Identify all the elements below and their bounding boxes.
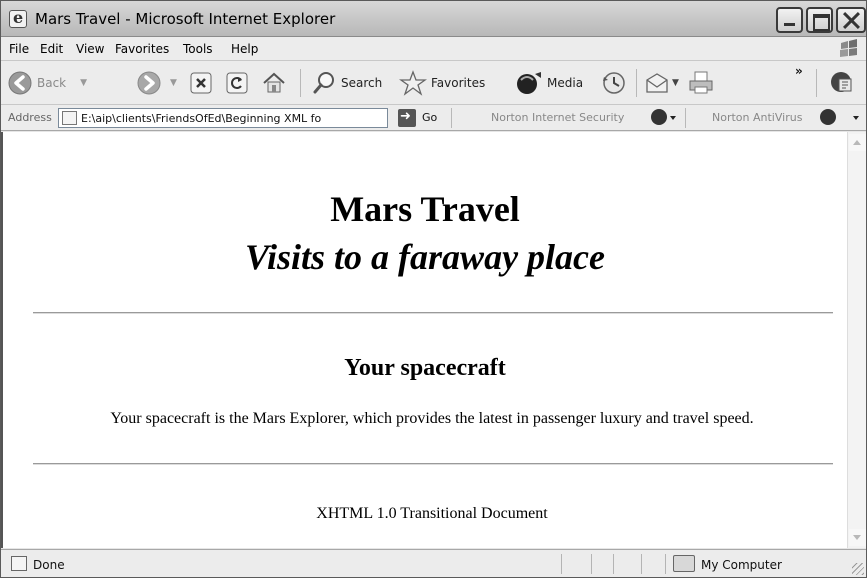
- divider: [33, 312, 833, 314]
- address-bar: Address E:\aip\clients\FriendsOfEd\Begin…: [1, 105, 866, 131]
- status-pane-divider: [561, 554, 562, 574]
- menu-tools[interactable]: Tools: [183, 42, 213, 56]
- back-dropdown-arrow-icon[interactable]: ▼: [80, 78, 87, 88]
- forward-button[interactable]: ▼: [136, 69, 177, 97]
- security-zone-label: My Computer: [701, 558, 782, 572]
- home-button[interactable]: [261, 69, 287, 97]
- print-button[interactable]: [687, 69, 715, 97]
- menu-help[interactable]: Help: [231, 42, 258, 56]
- messenger-button[interactable]: [829, 69, 855, 97]
- section-heading: Your spacecraft: [344, 355, 506, 381]
- windows-flag-icon: [840, 39, 857, 57]
- status-pane-divider: [591, 554, 592, 574]
- favorites-button[interactable]: Favorites: [399, 69, 485, 97]
- status-bar: Done My Computer: [1, 549, 866, 577]
- ie-logo-icon: [9, 8, 27, 28]
- menu-view[interactable]: View: [76, 42, 104, 56]
- toolbar-separator: [685, 108, 686, 128]
- page-heading: Mars Travel: [330, 189, 520, 229]
- document-footer: XHTML 1.0 Transitional Document: [316, 505, 548, 522]
- address-input[interactable]: E:\aip\clients\FriendsOfEd\Beginning XML…: [58, 108, 388, 128]
- page-done-icon: [11, 556, 27, 571]
- history-icon: [603, 72, 625, 94]
- mail-button[interactable]: ▼: [644, 69, 679, 97]
- print-icon: [689, 71, 713, 94]
- toolbar-separator: [816, 69, 817, 97]
- norton-antivirus-label[interactable]: Norton AntiVirus: [712, 111, 802, 124]
- back-button[interactable]: Back ▼: [7, 69, 87, 97]
- browser-window: Mars Travel - Microsoft Internet Explore…: [0, 0, 867, 578]
- status-pane-divider: [641, 554, 642, 574]
- forward-arrow-icon: [137, 71, 161, 95]
- menu-edit[interactable]: Edit: [40, 42, 63, 56]
- favorites-star-icon: [399, 70, 427, 96]
- media-button[interactable]: Media: [515, 69, 583, 97]
- go-arrow-icon[interactable]: [398, 109, 416, 127]
- status-pane-divider: [613, 554, 614, 574]
- resize-grip[interactable]: [852, 563, 864, 575]
- scroll-down-arrow-icon[interactable]: [849, 529, 866, 546]
- menu-favorites[interactable]: Favorites: [115, 42, 169, 56]
- norton-dropdown-arrow-icon[interactable]: [670, 116, 676, 120]
- toolbar-separator: [451, 108, 452, 128]
- norton-security-label[interactable]: Norton Internet Security: [491, 111, 624, 124]
- back-arrow-icon: [8, 71, 32, 95]
- messenger-icon: [831, 72, 852, 92]
- menu-bar: File Edit View Favorites Tools Help: [1, 37, 866, 61]
- stop-icon: [190, 72, 212, 94]
- home-icon: [263, 72, 285, 93]
- refresh-button[interactable]: [225, 69, 249, 97]
- stop-button[interactable]: [189, 69, 213, 97]
- globe-icon[interactable]: [651, 109, 667, 125]
- close-button[interactable]: [836, 7, 866, 33]
- toolbar-separator: [636, 69, 637, 97]
- search-icon: [313, 72, 334, 94]
- address-url: E:\aip\clients\FriendsOfEd\Beginning XML…: [81, 112, 322, 125]
- computer-zone-icon: [673, 555, 695, 572]
- page-content: Mars Travel Visits to a faraway place Yo…: [1, 132, 847, 548]
- status-pane-divider: [665, 554, 666, 574]
- go-button-label[interactable]: Go: [422, 111, 437, 124]
- window-title: Mars Travel - Microsoft Internet Explore…: [35, 10, 336, 28]
- page-icon: [62, 111, 77, 125]
- address-label: Address: [8, 111, 52, 124]
- search-button[interactable]: Search: [311, 69, 382, 97]
- menu-file[interactable]: File: [9, 42, 29, 56]
- antivirus-shield-icon[interactable]: [820, 109, 836, 125]
- search-label: Search: [341, 76, 383, 90]
- toolbar-more-chevron[interactable]: »: [795, 64, 803, 78]
- media-label: Media: [547, 76, 584, 90]
- forward-dropdown-arrow-icon[interactable]: ▼: [170, 78, 177, 88]
- scroll-up-arrow-icon[interactable]: [849, 134, 866, 151]
- toolbar-separator: [300, 69, 301, 97]
- standard-toolbar: Back ▼ ▼ Search Favorites Media ▼ »: [1, 61, 866, 105]
- minimize-button[interactable]: [776, 7, 803, 33]
- favorites-label: Favorites: [431, 76, 486, 90]
- refresh-icon: [226, 72, 248, 94]
- title-bar: Mars Travel - Microsoft Internet Explore…: [1, 1, 866, 37]
- mail-dropdown-arrow-icon[interactable]: ▼: [672, 78, 679, 88]
- vertical-scrollbar[interactable]: [847, 132, 866, 548]
- status-text: Done: [33, 558, 65, 572]
- section-paragraph: Your spacecraft is the Mars Explorer, wh…: [110, 410, 754, 427]
- history-button[interactable]: [601, 69, 627, 97]
- antivirus-dropdown-arrow-icon[interactable]: [853, 116, 859, 120]
- back-label: Back: [37, 76, 67, 90]
- page-subheading: Visits to a faraway place: [245, 237, 605, 277]
- media-icon: [517, 72, 541, 94]
- divider: [33, 463, 833, 465]
- maximize-button[interactable]: [806, 7, 833, 33]
- mail-icon: [646, 73, 668, 93]
